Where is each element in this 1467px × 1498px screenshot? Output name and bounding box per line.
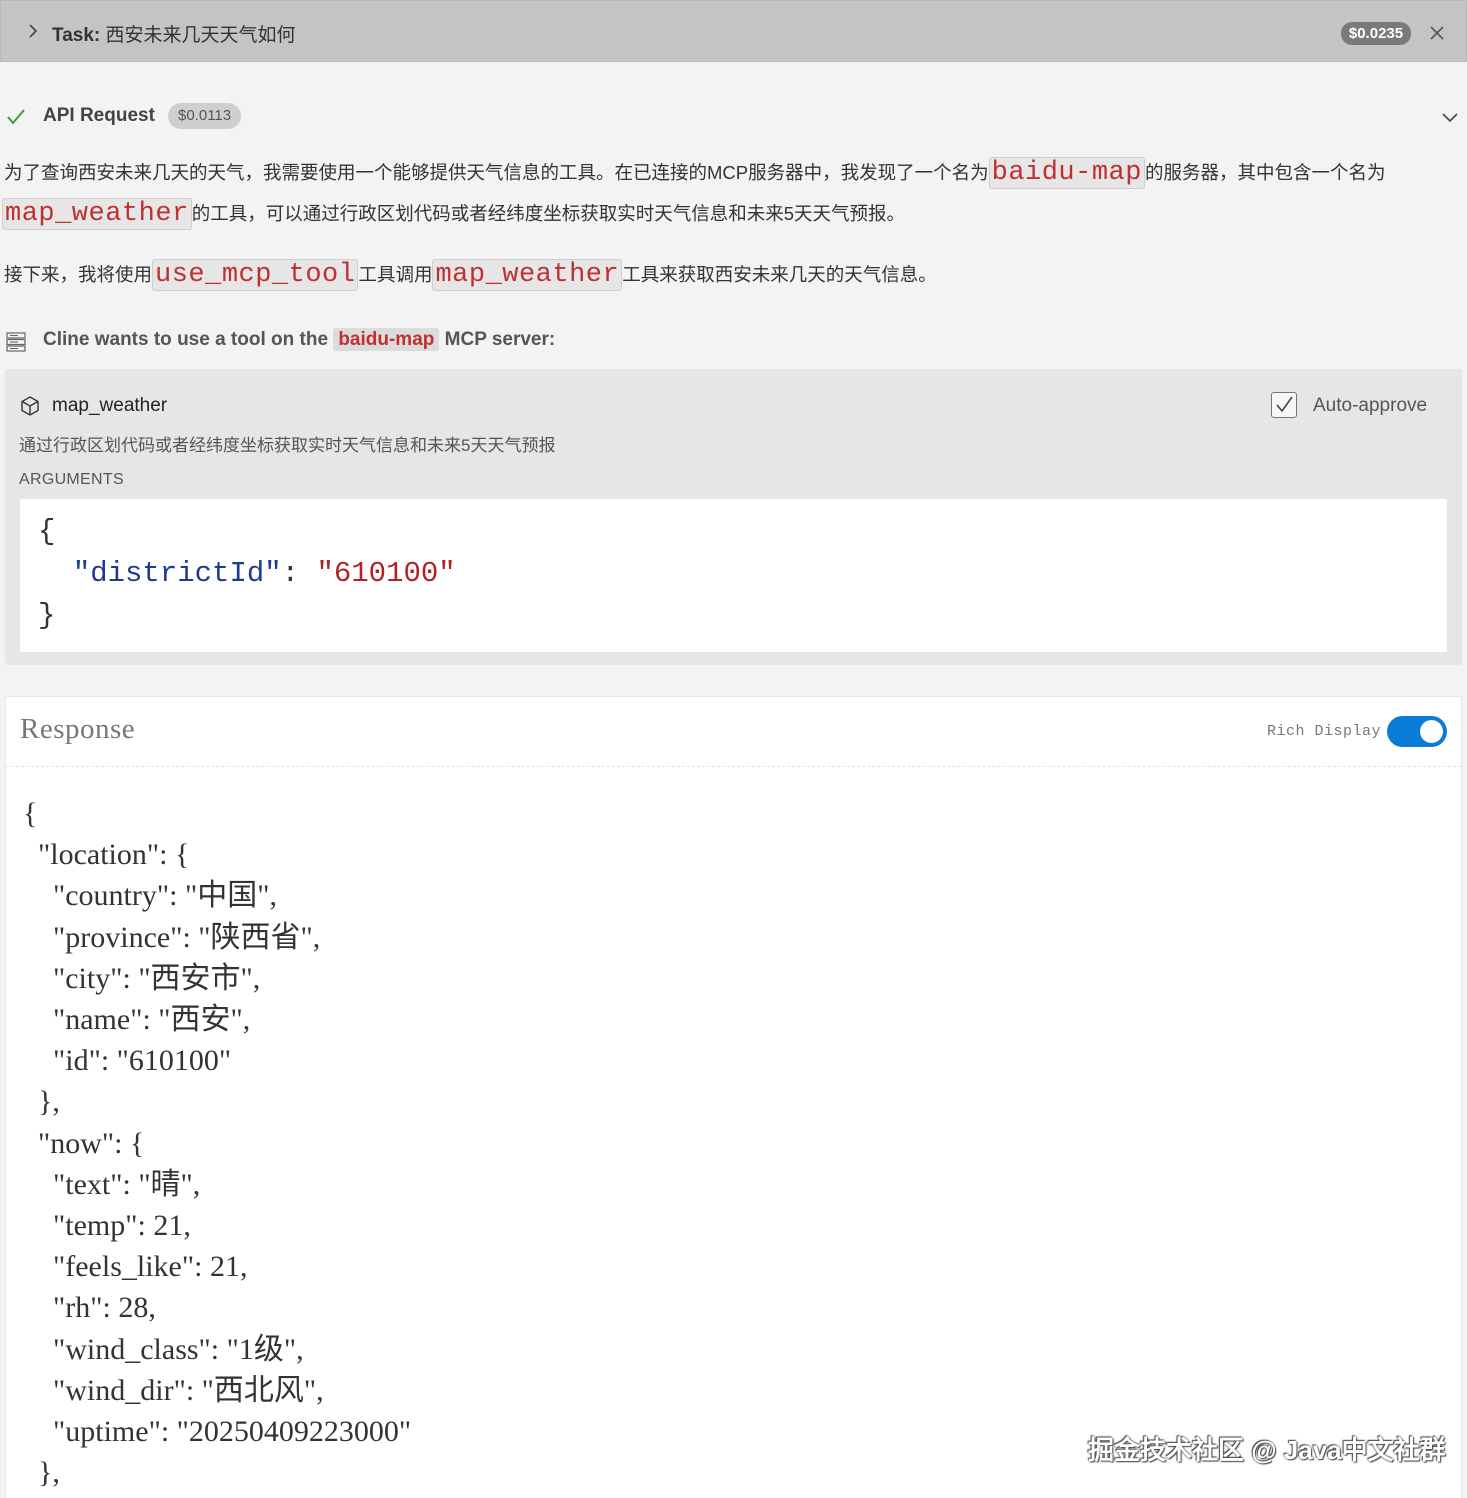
response-line: },: [23, 1085, 60, 1119]
message-text: 工具来获取西安未来几天的天气信息。: [622, 264, 937, 285]
inline-code-tool: map_weather: [2, 198, 192, 230]
response-line: "wind_class": "1级",: [23, 1332, 304, 1366]
message-text: 接下来，我将使用: [4, 264, 153, 285]
check-icon: [7, 109, 25, 125]
arguments-json: { "districtId": "610100" }: [38, 515, 456, 632]
tool-call-panel: map_weather Auto-approve 通过行政区划代码或者经纬度坐标…: [5, 369, 1462, 665]
response-line: "id": "610100": [23, 1044, 232, 1078]
chevron-down-icon[interactable]: [1441, 108, 1459, 126]
message-paragraph-1-line-1: 为了查询西安未来几天的天气，我需要使用一个能够提供天气信息的工具。在已连接的MC…: [4, 157, 1386, 189]
response-line: "text": "晴",: [23, 1167, 201, 1201]
argument-value: 610100: [333, 557, 439, 590]
task-cost-badge: $0.0235: [1341, 22, 1411, 45]
response-json: { "location": { "country": "中国", "provin…: [23, 793, 411, 1493]
response-line: "location": {: [23, 838, 190, 872]
close-icon[interactable]: [1428, 24, 1446, 42]
response-line: "feels_like": 21,: [23, 1250, 248, 1284]
auto-approve-label[interactable]: Auto-approve: [1313, 395, 1427, 417]
auto-approve-checkbox[interactable]: [1271, 392, 1297, 418]
arguments-code-block: { "districtId": "610100" }: [20, 499, 1447, 652]
task-title-text: 西安未来几天天气如何: [105, 25, 296, 46]
chevron-right-icon[interactable]: [25, 23, 41, 39]
response-divider: [6, 766, 1461, 767]
message-text: 的工具，可以通过行政区划代码或者经纬度坐标获取实时天气信息和未来5天天气预报。: [191, 203, 906, 224]
rich-display-toggle[interactable]: [1387, 716, 1447, 747]
mcp-request-text: Cline wants to use a tool on the baidu-m…: [43, 328, 556, 351]
response-line: "uptime": "20250409223000": [23, 1415, 412, 1449]
tool-description: 通过行政区划代码或者经纬度坐标获取实时天气信息和未来5天天气预报: [19, 436, 556, 455]
api-request-row[interactable]: API Request $0.0113: [0, 97, 1467, 137]
mcp-tool-request-header: Cline wants to use a tool on the baidu-m…: [0, 325, 1467, 357]
response-line: "rh": 28,: [23, 1291, 156, 1325]
task-title: Task: 西安未来几天天气如何: [52, 20, 296, 47]
response-line: "country": "中国",: [23, 879, 277, 913]
inline-code-server: baidu-map: [988, 157, 1145, 189]
mcp-server-badge: baidu-map: [333, 328, 440, 351]
response-line: {: [23, 797, 38, 830]
response-panel: Response Rich Display { "location": { "c…: [5, 696, 1462, 1498]
message-text: 的服务器，其中包含一个名为: [1144, 162, 1386, 183]
argument-key: districtId: [90, 557, 265, 590]
message-paragraph-2: 接下来，我将使用 use_mcp_tool 工具调用 map_weather 工具来获取…: [4, 259, 937, 291]
message-text: 工具调用: [358, 264, 433, 285]
checkmark-icon: [1276, 396, 1293, 413]
tool-name: map_weather: [52, 395, 168, 416]
task-label: Task:: [52, 25, 101, 46]
response-line: "name": "西安",: [23, 1003, 251, 1037]
response-line: },: [23, 1456, 60, 1490]
task-header[interactable]: Task: 西安未来几天天气如何 $0.0235: [0, 0, 1467, 62]
server-icon: [6, 332, 26, 352]
message-paragraph-1-line-2: map_weather 的工具，可以通过行政区划代码或者经纬度坐标获取实时天气信息…: [2, 198, 906, 230]
response-line: "temp": 21,: [23, 1209, 191, 1243]
toggle-knob: [1420, 720, 1443, 743]
response-title: Response: [20, 713, 136, 745]
response-line: "wind_dir": "西北风",: [23, 1373, 324, 1407]
arguments-label: ARGUMENTS: [19, 471, 124, 488]
rich-display-label: Rich Display: [1267, 723, 1382, 740]
response-line: "city": "西安市",: [23, 961, 261, 995]
mcp-request-prefix: Cline wants to use a tool on the: [43, 329, 329, 350]
api-request-cost-badge: $0.0113: [168, 103, 242, 129]
response-line: "province": "陕西省",: [23, 920, 321, 954]
mcp-request-suffix: MCP server:: [444, 329, 556, 350]
cube-icon: [21, 396, 39, 416]
response-line: "now": {: [23, 1126, 145, 1160]
message-text: 为了查询西安未来几天的天气，我需要使用一个能够提供天气信息的工具。在已连接的MC…: [4, 162, 989, 183]
inline-code-use-mcp-tool: use_mcp_tool: [152, 259, 359, 291]
inline-code-tool: map_weather: [432, 259, 623, 291]
watermark: 掘金技术社区 @ Java中文社群: [1088, 1435, 1446, 1465]
api-request-label: API Request: [43, 105, 155, 126]
